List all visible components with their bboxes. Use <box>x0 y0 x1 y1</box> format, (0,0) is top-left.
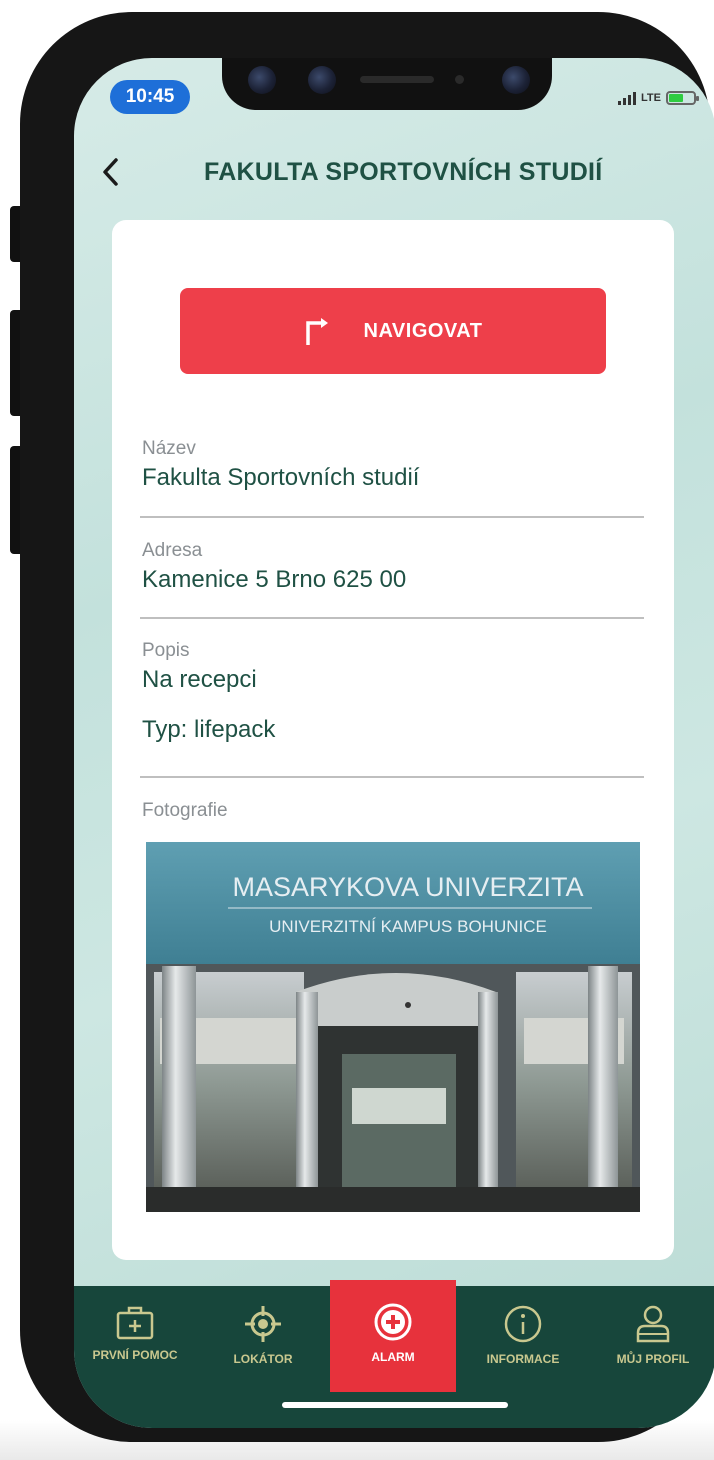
tab-my-profile[interactable]: MŮJ PROFIL <box>590 1286 714 1386</box>
status-time: 10:45 <box>110 80 190 114</box>
tab-information[interactable]: INFORMACE <box>460 1286 586 1386</box>
phone-notch <box>222 58 552 110</box>
page-title: FAKULTA SPORTOVNÍCH STUDIÍ <box>204 158 603 186</box>
divider <box>140 516 644 518</box>
camera-lens-icon <box>248 66 276 94</box>
front-camera-icon <box>502 66 530 94</box>
status-indicators: LTE <box>618 88 699 108</box>
photo-sign-line2: UNIVERZITNÍ KAMPUS BOHUNICE <box>269 917 547 936</box>
home-indicator[interactable] <box>282 1402 508 1408</box>
photo-field: Fotografie <box>142 800 646 822</box>
address-label: Adresa <box>142 540 203 561</box>
sensor-dot <box>455 75 464 84</box>
description-value: Na recepci <box>142 666 257 693</box>
address-value: Kamenice 5 Brno 625 00 <box>142 566 407 593</box>
type-value: Typ: lifepack <box>142 716 276 743</box>
locator-icon <box>245 1306 281 1342</box>
name-field: Název Fakulta Sportovních studií <box>142 438 646 492</box>
name-label: Název <box>142 438 196 459</box>
battery-icon <box>666 91 699 105</box>
turn-right-icon <box>305 318 328 345</box>
tab-locator[interactable]: LOKÁTOR <box>200 1286 326 1386</box>
profile-icon <box>636 1305 670 1343</box>
tab-first-aid-label: PRVNÍ POMOC <box>92 1348 178 1362</box>
alarm-plus-icon <box>374 1303 412 1341</box>
tab-alarm-label: ALARM <box>371 1350 415 1364</box>
first-aid-kit-icon <box>116 1306 154 1340</box>
navigate-button[interactable]: NAVIGOVAT <box>180 288 606 374</box>
back-chevron-icon[interactable] <box>96 152 126 192</box>
phone-frame: 10:45 LTE FAKULTA SPORTOVNÍCH STUDIÍ NAV… <box>20 12 714 1442</box>
building-photo[interactable]: MASARYKOVA UNIVERZITA UNIVERZITNÍ KAMPUS… <box>146 842 640 1212</box>
tab-first-aid[interactable]: PRVNÍ POMOC <box>74 1286 196 1386</box>
navigate-button-label: NAVIGOVAT <box>363 319 483 342</box>
photo-label: Fotografie <box>142 800 228 821</box>
detail-card: NAVIGOVAT Název Fakulta Sportovních stud… <box>112 220 674 1260</box>
tab-information-label: INFORMACE <box>486 1352 560 1366</box>
tab-locator-label: LOKÁTOR <box>233 1352 293 1366</box>
description-field: Popis Na recepci Typ: lifepack <box>142 640 646 744</box>
phone-screen: 10:45 LTE FAKULTA SPORTOVNÍCH STUDIÍ NAV… <box>74 58 714 1428</box>
signal-bars-icon <box>618 91 637 105</box>
network-type: LTE <box>641 92 661 104</box>
bottom-tab-bar: PRVNÍ POMOC LOKÁTOR ALARM INFORMACE MŮJ … <box>74 1280 714 1428</box>
divider <box>140 776 644 778</box>
tab-my-profile-label: MŮJ PROFIL <box>616 1352 690 1366</box>
photo-sign-line1: MASARYKOVA UNIVERZITA <box>232 872 583 902</box>
description-label: Popis <box>142 640 190 661</box>
address-field: Adresa Kamenice 5 Brno 625 00 <box>142 540 646 594</box>
divider <box>140 617 644 619</box>
info-icon <box>504 1305 542 1343</box>
tab-alarm[interactable]: ALARM <box>330 1280 456 1392</box>
header: FAKULTA SPORTOVNÍCH STUDIÍ <box>74 148 714 198</box>
camera-lens-icon <box>308 66 336 94</box>
name-value: Fakulta Sportovních studií <box>142 464 420 491</box>
earpiece-speaker <box>360 76 434 83</box>
